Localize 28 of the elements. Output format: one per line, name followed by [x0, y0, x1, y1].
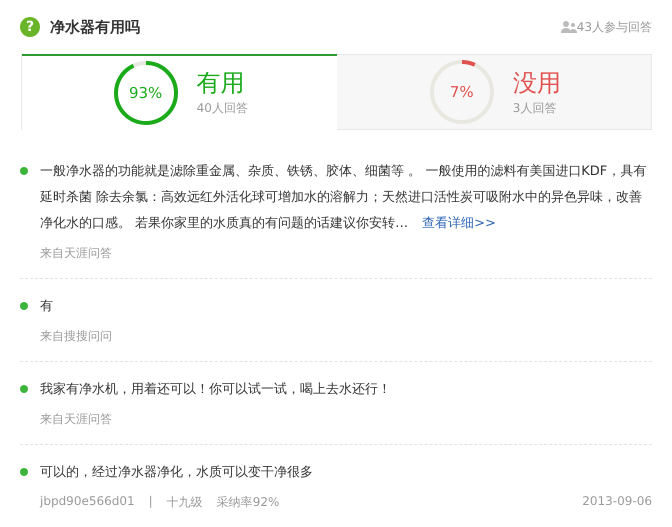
answer-source: 来自天涯问答: [40, 411, 112, 428]
bullet-icon: [20, 468, 28, 476]
question-icon: ?: [20, 17, 40, 37]
view-details-link[interactable]: 查看详细>>: [422, 216, 496, 231]
percent-label: 7%: [450, 83, 474, 101]
vote-label: 没用: [512, 68, 561, 98]
answer-source: 来自天涯问答: [40, 245, 112, 262]
answer-source: 来自搜搜问问: [40, 328, 112, 345]
answer-text: 一般净水器的功能就是滤除重金属、杂质、铁锈、胶体、细菌等 。 一般使用的滤料有美国进口KDF，具有延时杀菌 除去余氯：高效远红外活化球可增加水的溶解力；天然进口活性炭可吸附水中的异色异味，改善净化水的口感。 若果你家里的水质真的有问题的话建议你安转… 查看详细>>: [40, 163, 648, 233]
answer-text: 可以的，经过净水器净化，水质可以变干净很多: [40, 464, 314, 482]
vote-tab[interactable]: 7% 没用 3人回答: [336, 54, 651, 130]
people-icon: [560, 21, 577, 33]
answer-text: 有: [40, 298, 54, 316]
percent-label: 93%: [128, 84, 162, 102]
adoption-rate: 采纳率92%: [216, 494, 280, 511]
user-level: 十九级: [166, 494, 203, 511]
answer-text: 我家有净水机，用着还可以！你可以试一试，喝上去水还行！: [40, 381, 392, 399]
separator: |: [148, 494, 153, 510]
bullet-icon: [20, 302, 28, 310]
question-title: 净水器有用吗: [50, 18, 141, 36]
answer-count: 3人回答: [512, 100, 558, 116]
vote-label: 有用: [196, 68, 246, 98]
answer-count: 40人回答: [196, 100, 248, 117]
answer-date: 2013-09-06: [582, 494, 652, 510]
bullet-icon: [20, 167, 28, 175]
participant-count: 43人参与回答: [576, 18, 652, 36]
bullet-icon: [20, 385, 28, 393]
username: jbpd90e566d01: [40, 494, 135, 510]
